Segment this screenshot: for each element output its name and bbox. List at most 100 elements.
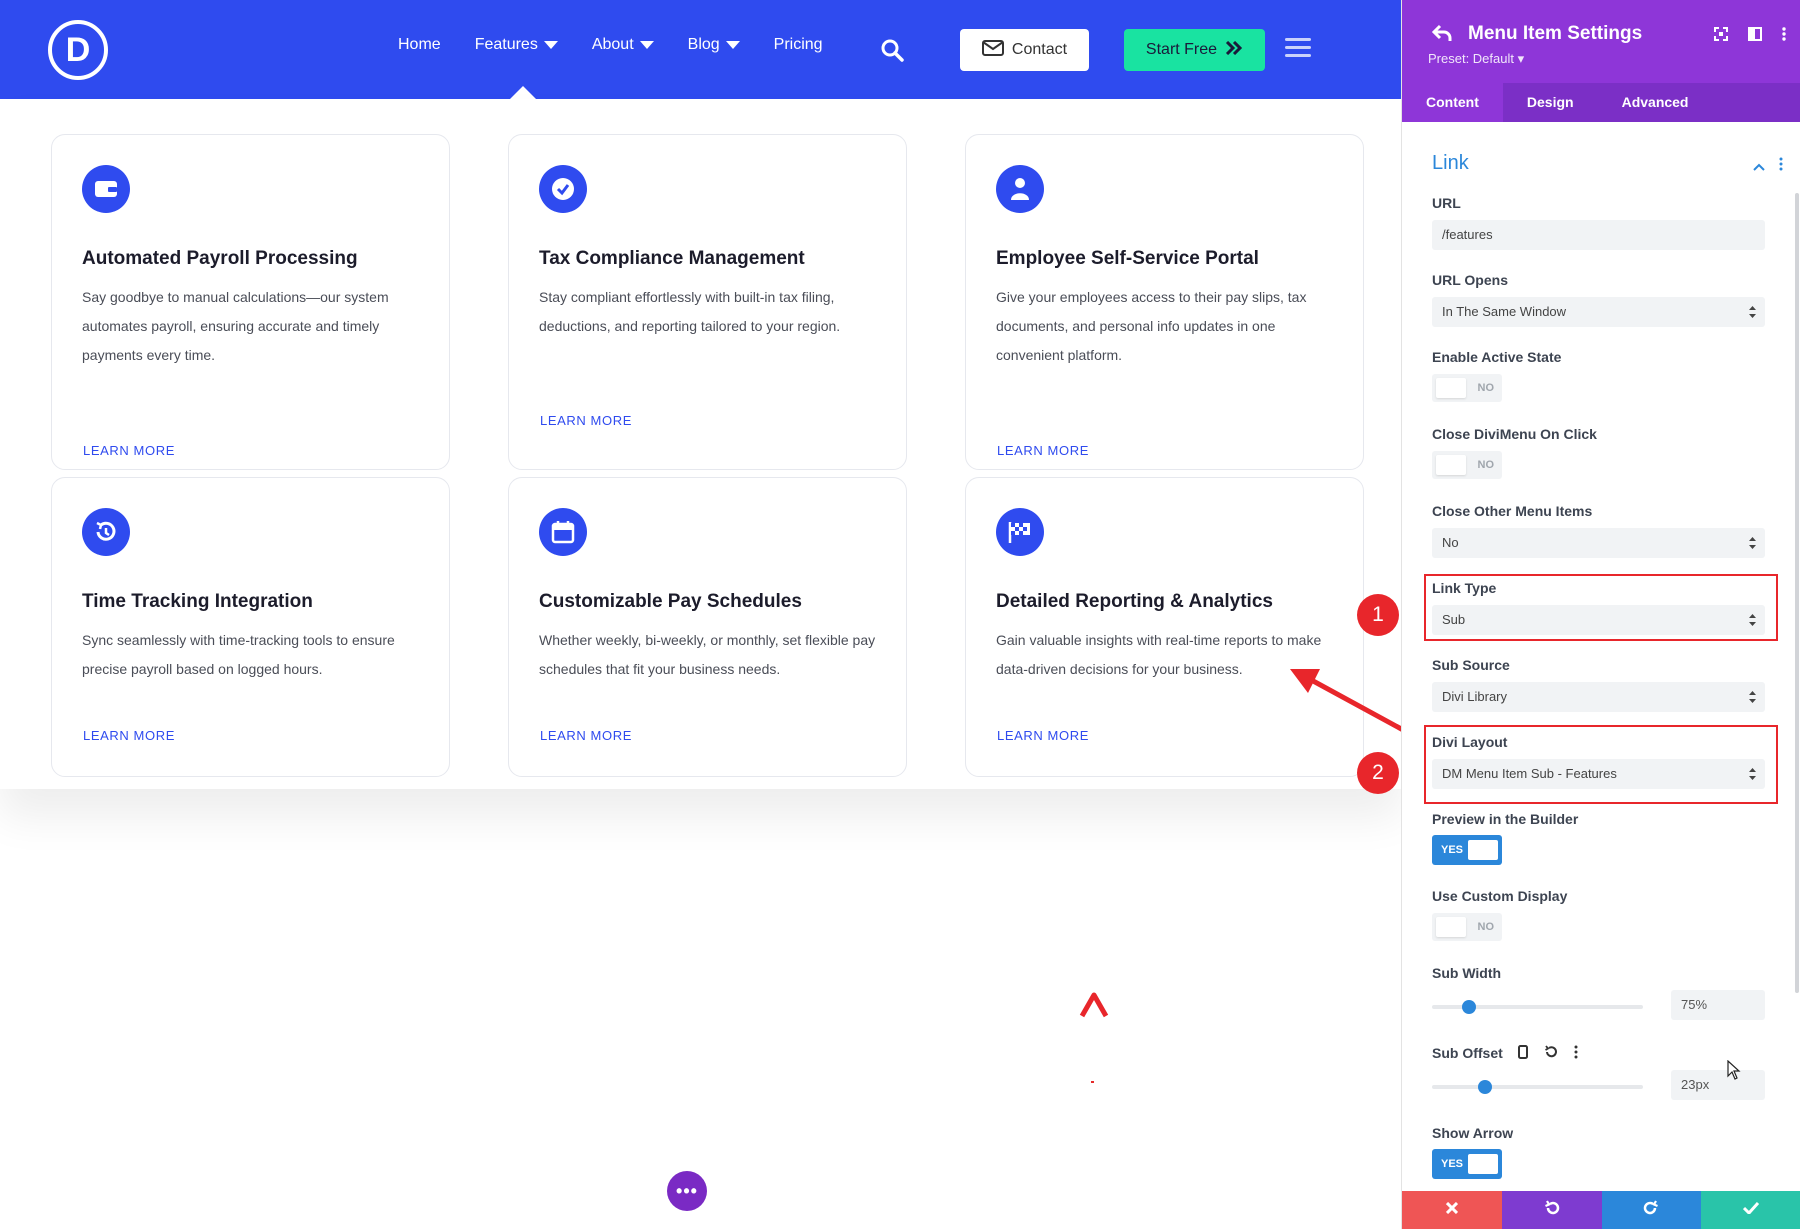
preview-toggle[interactable]: YES bbox=[1432, 835, 1502, 865]
panel-scrollbar[interactable] bbox=[1795, 193, 1799, 993]
url-opens-value: In The Same Window bbox=[1442, 304, 1567, 319]
site-logo[interactable]: D bbox=[48, 20, 108, 80]
start-free-button[interactable]: Start Free bbox=[1124, 29, 1265, 71]
card-title: Tax Compliance Management bbox=[539, 248, 805, 269]
discard-button[interactable] bbox=[1402, 1191, 1502, 1229]
chevron-up-icon[interactable] bbox=[1753, 158, 1765, 176]
nav-blog[interactable]: Blog bbox=[688, 36, 740, 54]
learn-more-link[interactable]: LEARN MORE bbox=[83, 728, 175, 743]
sub-offset-input[interactable]: 23px bbox=[1671, 1070, 1765, 1100]
undo-button[interactable] bbox=[1501, 1191, 1602, 1229]
nav-about[interactable]: About bbox=[592, 36, 654, 54]
section-title[interactable]: Link bbox=[1432, 152, 1469, 175]
search-icon[interactable] bbox=[880, 38, 904, 67]
feature-card: Tax Compliance Management Stay compliant… bbox=[508, 134, 907, 470]
mouse-cursor-icon bbox=[1727, 1059, 1741, 1085]
panel-footer bbox=[1402, 1191, 1800, 1229]
menu-item-settings-panel: Menu Item Settings Preset: Default ▾ Con… bbox=[1401, 0, 1800, 1229]
learn-more-link[interactable]: LEARN MORE bbox=[540, 413, 632, 428]
nav-about-label: About bbox=[591, 36, 634, 53]
tab-advanced[interactable]: Advanced bbox=[1598, 83, 1713, 122]
nav-features[interactable]: Features bbox=[475, 36, 558, 54]
feature-card: Customizable Pay Schedules Whether weekl… bbox=[508, 477, 907, 777]
toggle-text: YES bbox=[1441, 844, 1464, 856]
url-input[interactable]: /features bbox=[1432, 220, 1765, 250]
preview-label: Preview in the Builder bbox=[1432, 811, 1579, 827]
custom-display-toggle[interactable]: NO bbox=[1432, 913, 1502, 941]
preset-selector[interactable]: Preset: Default ▾ bbox=[1428, 51, 1524, 67]
kebab-menu-icon[interactable] bbox=[1574, 1045, 1578, 1064]
nav-pricing[interactable]: Pricing bbox=[774, 36, 823, 54]
redo-button[interactable] bbox=[1601, 1191, 1702, 1229]
mail-icon bbox=[981, 39, 1004, 61]
contact-label: Contact bbox=[1011, 41, 1068, 58]
feature-card: Employee Self-Service Portal Give your e… bbox=[965, 134, 1364, 470]
toggle-text: YES bbox=[1441, 1158, 1464, 1170]
save-button[interactable] bbox=[1701, 1191, 1800, 1229]
caret-down-icon bbox=[725, 41, 740, 49]
nav-home[interactable]: Home bbox=[398, 36, 441, 54]
custom-display-label: Use Custom Display bbox=[1432, 888, 1568, 904]
select-arrows-icon bbox=[1749, 306, 1756, 318]
sub-width-value: 75% bbox=[1681, 997, 1708, 1012]
badge-number: 1 bbox=[1372, 603, 1384, 626]
url-opens-select[interactable]: In The Same Window bbox=[1432, 297, 1765, 327]
close-divimenu-label: Close DiviMenu On Click bbox=[1432, 426, 1597, 442]
card-title: Customizable Pay Schedules bbox=[539, 591, 802, 612]
section-controls bbox=[1753, 157, 1783, 176]
tab-design[interactable]: Design bbox=[1503, 83, 1598, 122]
select-arrows-icon bbox=[1749, 537, 1756, 549]
learn-more-link[interactable]: LEARN MORE bbox=[997, 443, 1089, 458]
caret-down-icon bbox=[639, 41, 654, 49]
card-description: Whether weekly, bi-weekly, or monthly, s… bbox=[539, 632, 876, 677]
active-state-toggle[interactable]: NO bbox=[1432, 374, 1502, 402]
kebab-menu-icon[interactable] bbox=[1779, 157, 1783, 176]
panel-title: Menu Item Settings bbox=[1468, 23, 1643, 44]
close-other-select[interactable]: No bbox=[1432, 528, 1765, 558]
annotation-badge: 2 bbox=[1357, 752, 1399, 794]
feature-card: Time Tracking Integration Sync seamlessl… bbox=[51, 477, 450, 777]
card-description: Sync seamlessly with time-tracking tools… bbox=[82, 632, 395, 677]
nav-features-label: Features bbox=[474, 36, 538, 53]
toggle-text: NO bbox=[1477, 921, 1495, 933]
sidebar-toggle-icon[interactable] bbox=[1748, 27, 1762, 46]
site-header: D Home Features About Blog Pricing Conta… bbox=[0, 0, 1401, 99]
learn-more-link[interactable]: LEARN MORE bbox=[997, 728, 1089, 743]
card-title: Employee Self-Service Portal bbox=[996, 248, 1259, 269]
panel-tabs: Content Design Advanced bbox=[1402, 83, 1800, 122]
flag-icon bbox=[996, 508, 1044, 556]
card-description: Give your employees access to their pay … bbox=[996, 289, 1307, 363]
sub-source-label: Sub Source bbox=[1432, 657, 1510, 673]
hamburger-menu-icon[interactable] bbox=[1285, 38, 1311, 58]
card-description: Say goodbye to manual calculations—our s… bbox=[82, 289, 389, 363]
slider-handle[interactable] bbox=[1478, 1080, 1492, 1094]
reset-icon[interactable] bbox=[1544, 1045, 1558, 1064]
calendar-icon bbox=[539, 508, 587, 556]
logo-letter: D bbox=[65, 30, 91, 69]
back-arrow-icon[interactable] bbox=[1431, 24, 1452, 47]
sub-source-value: Divi Library bbox=[1442, 689, 1508, 704]
toggle-text: NO bbox=[1477, 459, 1495, 471]
learn-more-link[interactable]: LEARN MORE bbox=[83, 443, 175, 458]
sub-width-label: Sub Width bbox=[1432, 965, 1502, 981]
close-divimenu-toggle[interactable]: NO bbox=[1432, 451, 1502, 479]
sub-width-slider[interactable] bbox=[1432, 1000, 1643, 1014]
tab-content[interactable]: Content bbox=[1402, 83, 1503, 122]
slider-handle[interactable] bbox=[1462, 1000, 1476, 1014]
more-options-button[interactable]: ••• bbox=[667, 1171, 707, 1211]
sub-offset-value: 23px bbox=[1681, 1077, 1710, 1092]
sub-offset-slider[interactable] bbox=[1432, 1080, 1643, 1094]
kebab-menu-icon[interactable] bbox=[1782, 27, 1786, 46]
feature-card: Automated Payroll Processing Say goodbye… bbox=[51, 134, 450, 470]
show-arrow-toggle[interactable]: YES bbox=[1432, 1149, 1502, 1179]
mobile-icon[interactable] bbox=[1518, 1045, 1528, 1064]
learn-more-link[interactable]: LEARN MORE bbox=[540, 728, 632, 743]
sub-width-input[interactable]: 75% bbox=[1671, 990, 1765, 1020]
panel-header: Menu Item Settings Preset: Default ▾ bbox=[1402, 0, 1800, 83]
sub-source-select[interactable]: Divi Library bbox=[1432, 682, 1765, 712]
highlight-box bbox=[1424, 574, 1778, 641]
close-other-value: No bbox=[1442, 535, 1459, 550]
expand-icon[interactable] bbox=[1714, 27, 1728, 46]
contact-button[interactable]: Contact bbox=[960, 29, 1089, 71]
card-description: Stay compliant effortlessly with built-i… bbox=[539, 289, 841, 334]
